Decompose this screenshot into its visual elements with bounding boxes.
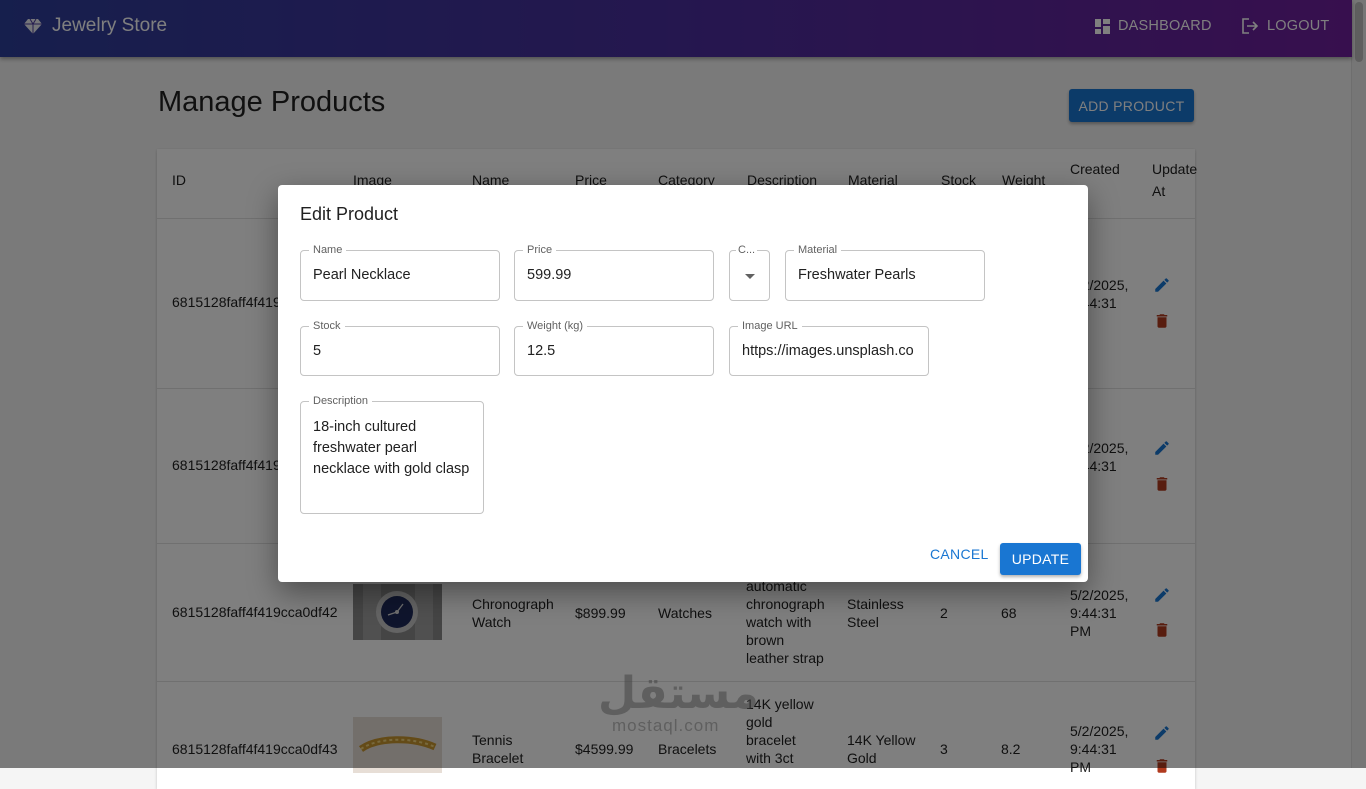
stock-field-label: Stock	[309, 319, 345, 333]
chevron-down-icon	[745, 274, 755, 279]
category-select-label: C...	[736, 243, 758, 257]
name-field[interactable]: Name Pearl Necklace	[300, 243, 500, 301]
material-field-label: Material	[794, 243, 842, 257]
cancel-button[interactable]: CANCEL	[924, 545, 995, 563]
stock-field-value: 5	[313, 343, 322, 359]
material-field-value: Freshwater Pearls	[798, 267, 916, 283]
image-url-field[interactable]: Image URL https://images.unsplash.co	[729, 319, 929, 376]
description-textarea[interactable]: Description 18-inch cultured freshwater …	[300, 394, 484, 514]
price-field-label: Price	[523, 243, 557, 257]
description-field-label: Description	[309, 394, 373, 408]
weight-field-label: Weight (kg)	[523, 319, 588, 333]
dialog-title: Edit Product	[300, 204, 399, 224]
edit-product-dialog: Edit Product Name Pearl Necklace Price 5…	[278, 185, 1088, 582]
price-field[interactable]: Price 599.99	[514, 243, 714, 301]
weight-field[interactable]: Weight (kg) 12.5	[514, 319, 714, 376]
weight-field-value: 12.5	[527, 343, 556, 359]
price-field-value: 599.99	[527, 267, 572, 283]
material-field[interactable]: Material Freshwater Pearls	[785, 243, 985, 301]
image-url-field-label: Image URL	[738, 319, 802, 333]
image-url-field-value: https://images.unsplash.co	[742, 343, 914, 359]
update-button[interactable]: UPDATE	[1000, 543, 1081, 575]
description-field-value: 18-inch cultured freshwater pearl neckla…	[313, 419, 470, 477]
name-field-value: Pearl Necklace	[313, 267, 411, 283]
name-field-label: Name	[309, 243, 347, 257]
category-select[interactable]: C...	[729, 243, 770, 301]
stock-field[interactable]: Stock 5	[300, 319, 500, 376]
